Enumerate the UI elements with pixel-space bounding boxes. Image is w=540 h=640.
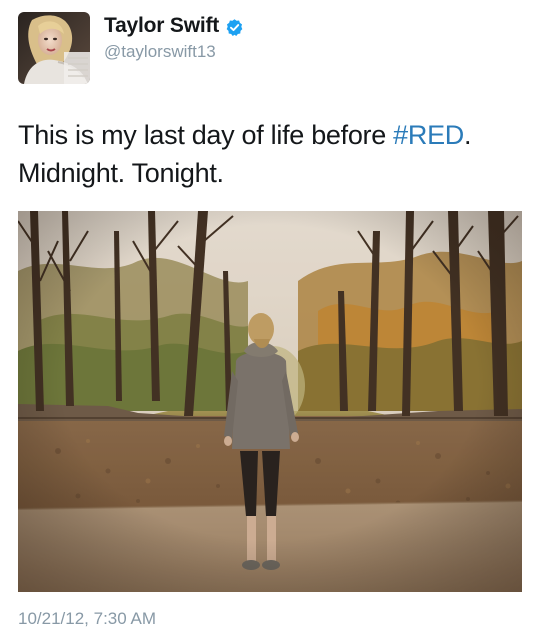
tweet-text-line-1: This is my last day of life before #RED. [18, 116, 528, 154]
tweet-text: This is my last day of life before #RED.… [18, 116, 528, 192]
tweet-photo[interactable] [18, 211, 522, 592]
tweet-card: Taylor Swift @taylorswift13 This is my l… [0, 0, 540, 640]
author-name-row[interactable]: Taylor Swift [104, 14, 244, 38]
author-handle[interactable]: @taylorswift13 [104, 42, 216, 62]
tweet-text-suffix: . [463, 120, 472, 150]
hashtag-link[interactable]: #RED [393, 120, 464, 150]
author-display-name[interactable]: Taylor Swift [104, 14, 219, 38]
tweet-timestamp[interactable]: 10/21/12, 7:30 AM [18, 609, 156, 629]
tweet-text-line-2: Midnight. Tonight. [18, 158, 224, 188]
tweet-text-prefix: This is my last day of life before [18, 120, 394, 150]
photo-image [18, 211, 522, 592]
verified-badge-icon [225, 18, 244, 37]
avatar-image [18, 12, 90, 84]
author-avatar[interactable] [18, 12, 90, 84]
